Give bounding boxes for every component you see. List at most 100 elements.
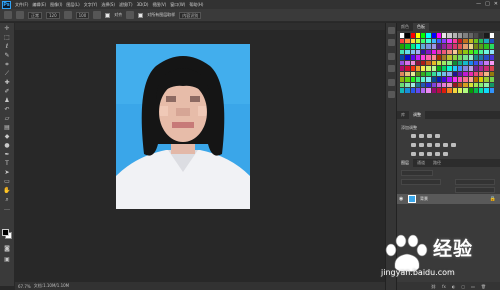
swatch[interactable] bbox=[405, 38, 410, 44]
swatch[interactable] bbox=[447, 66, 452, 71]
swatch[interactable] bbox=[484, 55, 489, 60]
swatch[interactable] bbox=[489, 55, 494, 60]
swatch[interactable] bbox=[452, 38, 458, 44]
zoom-icon[interactable]: ⌕ bbox=[3, 196, 11, 203]
menu-layer[interactable]: 图层(L) bbox=[66, 2, 79, 8]
swatch[interactable] bbox=[436, 82, 442, 88]
swatch[interactable] bbox=[468, 71, 473, 77]
document-photo[interactable] bbox=[116, 44, 250, 209]
swatch[interactable] bbox=[426, 49, 431, 55]
swatch[interactable] bbox=[473, 49, 479, 55]
layer-row-background[interactable]: ◉ 背景 🔒 bbox=[397, 194, 500, 204]
swatch[interactable] bbox=[479, 66, 484, 71]
quick-mask-icon[interactable]: ◙ bbox=[3, 245, 11, 252]
quick-select-icon[interactable]: ✎ bbox=[3, 52, 11, 59]
swatch[interactable] bbox=[426, 44, 431, 49]
swatch[interactable] bbox=[484, 82, 489, 88]
swatch[interactable] bbox=[468, 49, 473, 55]
swatch[interactable] bbox=[458, 44, 463, 49]
swatch[interactable] bbox=[400, 55, 405, 60]
swatch[interactable] bbox=[473, 77, 479, 82]
swatch[interactable] bbox=[468, 55, 473, 60]
swatch[interactable] bbox=[484, 66, 489, 71]
swatch[interactable] bbox=[431, 71, 436, 77]
swatch[interactable] bbox=[421, 44, 426, 49]
swatch[interactable] bbox=[484, 60, 489, 66]
swatch[interactable] bbox=[473, 82, 479, 88]
swatch[interactable] bbox=[489, 44, 494, 49]
foreground-color-swatch[interactable] bbox=[2, 229, 9, 236]
swatch[interactable] bbox=[479, 55, 484, 60]
swatch[interactable] bbox=[442, 60, 447, 66]
visibility-eye-icon[interactable]: ◉ bbox=[399, 196, 405, 202]
swatch[interactable] bbox=[431, 55, 436, 60]
lasso-icon[interactable]: ℓ bbox=[3, 43, 11, 50]
history-panel-icon[interactable] bbox=[388, 27, 395, 34]
swatch[interactable] bbox=[431, 49, 436, 55]
swatch[interactable] bbox=[473, 38, 479, 44]
swatch[interactable] bbox=[426, 60, 431, 66]
swatch[interactable] bbox=[400, 38, 405, 44]
swatch[interactable] bbox=[452, 66, 458, 71]
swatch[interactable] bbox=[415, 49, 421, 55]
swatch[interactable] bbox=[458, 66, 463, 71]
pressure-icon[interactable] bbox=[93, 11, 102, 19]
swatch[interactable] bbox=[447, 44, 452, 49]
paragraph-panel-icon[interactable] bbox=[388, 91, 395, 98]
settings-icon[interactable] bbox=[126, 11, 135, 19]
swatch[interactable] bbox=[400, 33, 405, 38]
swatch[interactable] bbox=[458, 71, 463, 77]
swatch[interactable] bbox=[489, 71, 494, 77]
swatch[interactable] bbox=[410, 33, 415, 38]
swatch[interactable] bbox=[473, 88, 479, 93]
swatch[interactable] bbox=[458, 49, 463, 55]
swatch[interactable] bbox=[436, 38, 442, 44]
swatch[interactable] bbox=[463, 44, 468, 49]
swatch[interactable] bbox=[442, 66, 447, 71]
swatch[interactable] bbox=[463, 88, 468, 93]
properties-panel-icon[interactable] bbox=[388, 39, 395, 46]
brush-preset-icon[interactable] bbox=[16, 11, 24, 19]
swatch[interactable] bbox=[463, 66, 468, 71]
shape-icon[interactable]: ▭ bbox=[3, 178, 11, 185]
swatch[interactable] bbox=[415, 77, 421, 82]
swatch[interactable] bbox=[489, 33, 494, 38]
menu-3d[interactable]: 3D(D) bbox=[137, 2, 149, 7]
stamp-icon[interactable]: ♟ bbox=[3, 97, 11, 104]
content-aware-button[interactable]: 内容识别 bbox=[179, 11, 202, 19]
swatch[interactable] bbox=[473, 55, 479, 60]
swatch[interactable] bbox=[442, 88, 447, 93]
swatch[interactable] bbox=[415, 66, 421, 71]
swatch[interactable] bbox=[479, 38, 484, 44]
swatch[interactable] bbox=[431, 66, 436, 71]
swatch[interactable] bbox=[489, 38, 494, 44]
swatch[interactable] bbox=[431, 88, 436, 93]
mode-select[interactable]: 正常 bbox=[28, 11, 42, 19]
swatch[interactable] bbox=[452, 33, 458, 38]
swatch[interactable] bbox=[405, 33, 410, 38]
brush-icon[interactable]: ✐ bbox=[3, 88, 11, 95]
swatch[interactable] bbox=[473, 33, 479, 38]
swatch[interactable] bbox=[468, 33, 473, 38]
menu-file[interactable]: 文件(F) bbox=[15, 2, 28, 8]
swatches-grid[interactable] bbox=[400, 33, 494, 93]
swatch[interactable] bbox=[452, 77, 458, 82]
swatch[interactable] bbox=[447, 88, 452, 93]
healing-icon[interactable]: ✚ bbox=[3, 79, 11, 86]
menu-type[interactable]: 文字(Y) bbox=[84, 2, 98, 8]
swatch[interactable] bbox=[436, 88, 442, 93]
swatch[interactable] bbox=[452, 44, 458, 49]
swatch[interactable] bbox=[421, 82, 426, 88]
flow-field[interactable]: 100 bbox=[75, 11, 90, 19]
swatch[interactable] bbox=[436, 66, 442, 71]
swatch[interactable] bbox=[484, 44, 489, 49]
swatch[interactable] bbox=[479, 33, 484, 38]
swatch[interactable] bbox=[479, 49, 484, 55]
swatch[interactable] bbox=[463, 55, 468, 60]
swatch[interactable] bbox=[447, 49, 452, 55]
swatch[interactable] bbox=[410, 77, 415, 82]
swatch[interactable] bbox=[489, 88, 494, 93]
character-panel-icon[interactable] bbox=[388, 79, 395, 86]
swatch[interactable] bbox=[463, 77, 468, 82]
swatch[interactable] bbox=[400, 66, 405, 71]
